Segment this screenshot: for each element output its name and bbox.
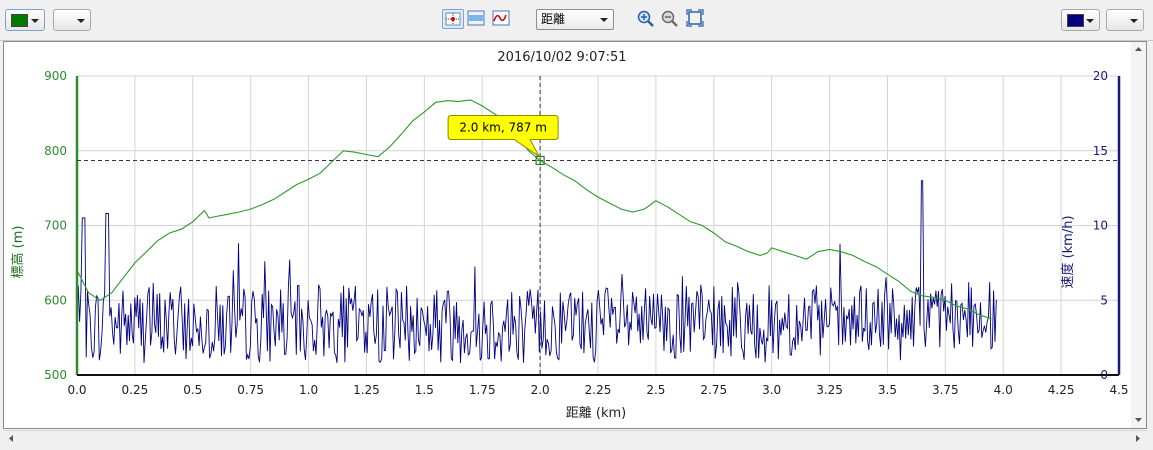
- x-tick-label: 0.25: [122, 383, 149, 397]
- crosshair-button[interactable]: [442, 9, 464, 29]
- y-left-tick-label: 900: [44, 69, 67, 83]
- x-tick-label: 0.5: [183, 383, 202, 397]
- fit-button[interactable]: [685, 9, 707, 29]
- crosshair-icon: [445, 12, 461, 26]
- x-tick-label: 2.5: [646, 383, 665, 397]
- grid: [76, 75, 1120, 376]
- band-button[interactable]: [466, 9, 488, 29]
- band-icon: [467, 10, 485, 26]
- x-tick-label: 2.25: [585, 383, 612, 397]
- x-tick-label: 4.5: [1109, 383, 1128, 397]
- x-tick-label: 3.75: [932, 383, 959, 397]
- x-tick-label: 0.75: [237, 383, 264, 397]
- y-right-tick-label: 10: [1093, 219, 1108, 233]
- fit-icon: [686, 9, 704, 27]
- x-tick-label: 4.0: [994, 383, 1013, 397]
- chart-title: 2016/10/02 9:07:51: [497, 50, 626, 65]
- left-axis-color-picker[interactable]: [5, 9, 45, 31]
- xaxis-select[interactable]: 距離: [536, 9, 614, 30]
- x-tick-label: 1.25: [353, 383, 380, 397]
- scroll-right-icon: [1136, 435, 1140, 442]
- y-left-tick-label: 800: [44, 144, 67, 158]
- zoom-out-icon: [661, 10, 678, 27]
- y-left-tick-label: 600: [44, 293, 67, 307]
- scroll-left-icon: [9, 435, 13, 442]
- green-swatch: [11, 14, 28, 27]
- x-axis-label: 距離 (km): [566, 406, 626, 421]
- scroll-arrows-h: [9, 435, 1140, 442]
- chevron-down-icon: [31, 19, 39, 23]
- y-right-axis-label: 速度 (km/h): [1060, 215, 1076, 288]
- y-right-tick-label: 15: [1093, 144, 1108, 158]
- navy-swatch: [1067, 14, 1084, 27]
- speed-line: [76, 180, 997, 364]
- x-tick-label: 1.5: [415, 383, 434, 397]
- zoom-in-button[interactable]: [636, 9, 658, 29]
- y-left-tick-label: 700: [44, 219, 67, 233]
- x-tick-label: 3.25: [816, 383, 843, 397]
- chevron-down-icon: [1130, 19, 1138, 23]
- scroll-arrows: [1135, 47, 1142, 422]
- zoom-out-button[interactable]: [660, 9, 682, 29]
- x-tick-label: 3.5: [878, 383, 897, 397]
- axes: 0.0 0.25 0.5 0.75 1.0 1.25 1.5 1.75 2.0 2.25 2.5 2.…: [44, 69, 1128, 397]
- wave-button[interactable]: [491, 9, 513, 29]
- cursor-label: 2.0 km, 787 m: [459, 120, 547, 134]
- xaxis-select-value: 距離: [541, 12, 566, 26]
- zoom-in-icon: [637, 10, 654, 27]
- x-tick-label: 2.0: [531, 383, 550, 397]
- vertical-scrollbar[interactable]: [1131, 42, 1146, 428]
- y-left-tick-label: 500: [44, 368, 67, 382]
- y-left-axis-label: 標高 (m): [10, 226, 26, 279]
- x-tick-label: 1.0: [299, 383, 318, 397]
- right-axis-color-picker[interactable]: [1061, 9, 1100, 31]
- toolbar: 距離: [0, 0, 1153, 41]
- x-tick-label: 3.0: [762, 383, 781, 397]
- x-tick-label: 2.75: [700, 383, 727, 397]
- y-right-tick-label: 20: [1093, 69, 1108, 83]
- x-tick-label: 1.75: [469, 383, 496, 397]
- wave-icon: [492, 10, 510, 26]
- horizontal-scrollbar[interactable]: [3, 430, 1147, 446]
- right-series-dropdown[interactable]: [1106, 9, 1144, 31]
- chevron-down-icon: [600, 18, 608, 22]
- scroll-down-icon: [1135, 418, 1142, 422]
- chevron-down-icon: [1086, 19, 1094, 23]
- x-tick-label: 0.0: [67, 383, 86, 397]
- chart[interactable]: 2016/10/02 9:07:51 0.0 0.25 0.5 0.75 1.0 1.25…: [4, 42, 1132, 428]
- chevron-down-icon: [77, 19, 85, 23]
- x-tick-label: 4.25: [1048, 383, 1075, 397]
- speed-series: [76, 180, 997, 364]
- y-right-tick-label: 5: [1100, 293, 1108, 307]
- left-series-dropdown[interactable]: [53, 9, 91, 31]
- scroll-up-icon: [1135, 47, 1142, 51]
